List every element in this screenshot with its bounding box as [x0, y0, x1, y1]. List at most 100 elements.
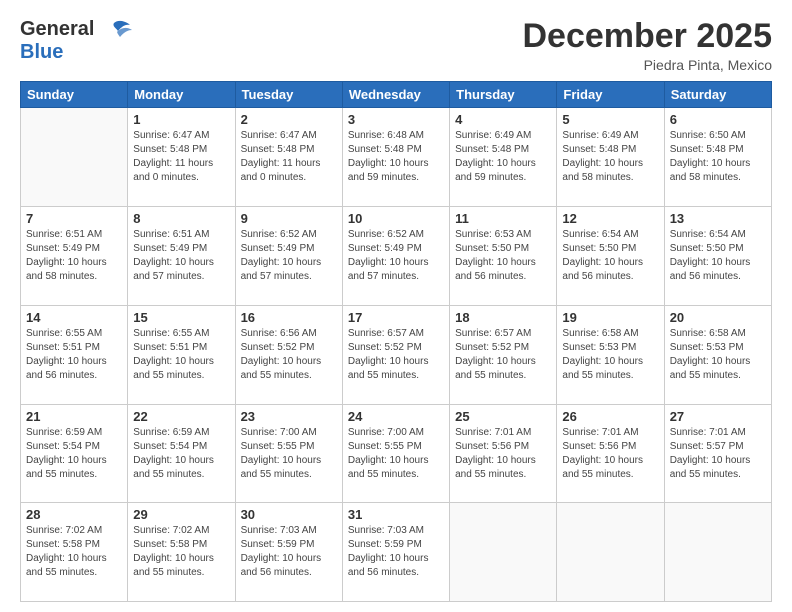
sunrise-text: Sunrise: 6:47 AM	[241, 129, 337, 143]
day-number: 2	[241, 112, 337, 127]
day-number: 27	[670, 409, 766, 424]
sunset-text: Sunset: 5:52 PM	[455, 341, 551, 355]
sunset-text: Sunset: 5:50 PM	[562, 242, 658, 256]
day-number: 31	[348, 507, 444, 522]
calendar-cell: 12Sunrise: 6:54 AMSunset: 5:50 PMDayligh…	[557, 207, 664, 306]
calendar-cell: 26Sunrise: 7:01 AMSunset: 5:56 PMDayligh…	[557, 404, 664, 503]
sunrise-text: Sunrise: 7:02 AM	[26, 524, 122, 538]
daylight-text: Daylight: 10 hours	[455, 157, 551, 171]
daylight-text: Daylight: 10 hours	[348, 256, 444, 270]
day-info: Sunrise: 6:59 AMSunset: 5:54 PMDaylight:…	[26, 426, 122, 482]
day-number: 25	[455, 409, 551, 424]
daylight-text-2: and 55 minutes.	[562, 369, 658, 383]
day-info: Sunrise: 7:01 AMSunset: 5:56 PMDaylight:…	[455, 426, 551, 482]
daylight-text-2: and 55 minutes.	[241, 369, 337, 383]
daylight-text: Daylight: 10 hours	[26, 355, 122, 369]
daylight-text: Daylight: 10 hours	[348, 157, 444, 171]
column-header-thursday: Thursday	[450, 82, 557, 108]
calendar-cell: 29Sunrise: 7:02 AMSunset: 5:58 PMDayligh…	[128, 503, 235, 602]
daylight-text-2: and 55 minutes.	[348, 369, 444, 383]
daylight-text-2: and 57 minutes.	[133, 270, 229, 284]
sunrise-text: Sunrise: 7:02 AM	[133, 524, 229, 538]
daylight-text: Daylight: 10 hours	[562, 454, 658, 468]
daylight-text-2: and 58 minutes.	[562, 171, 658, 185]
sunrise-text: Sunrise: 7:01 AM	[670, 426, 766, 440]
calendar-cell: 9Sunrise: 6:52 AMSunset: 5:49 PMDaylight…	[235, 207, 342, 306]
sunrise-text: Sunrise: 7:01 AM	[562, 426, 658, 440]
column-header-sunday: Sunday	[21, 82, 128, 108]
sunset-text: Sunset: 5:48 PM	[348, 143, 444, 157]
day-info: Sunrise: 6:47 AMSunset: 5:48 PMDaylight:…	[241, 129, 337, 185]
calendar-cell: 10 Sunrise: 6:52 AMSunset: 5:49 PMDayligh…	[342, 207, 449, 306]
day-number: 5	[562, 112, 658, 127]
sunrise-text: Sunrise: 6:57 AM	[455, 327, 551, 341]
daylight-text-2: and 59 minutes.	[455, 171, 551, 185]
day-info: Sunrise: 6:52 AMSunset: 5:49 PMDaylight:…	[348, 228, 444, 284]
daylight-text-2: and 57 minutes.	[241, 270, 337, 284]
sunset-text: Sunset: 5:48 PM	[241, 143, 337, 157]
day-number: 28	[26, 507, 122, 522]
logo-general: General	[20, 18, 94, 41]
daylight-text: Daylight: 10 hours	[241, 454, 337, 468]
daylight-text: Daylight: 10 hours	[348, 454, 444, 468]
day-number: 16	[241, 310, 337, 325]
sunset-text: Sunset: 5:48 PM	[562, 143, 658, 157]
sunset-text: Sunset: 5:56 PM	[562, 440, 658, 454]
sunset-text: Sunset: 5:48 PM	[670, 143, 766, 157]
calendar-cell	[21, 108, 128, 207]
calendar-cell: 14Sunrise: 6:55 AMSunset: 5:51 PMDayligh…	[21, 305, 128, 404]
day-number: 13	[670, 211, 766, 226]
sunrise-text: Sunrise: 7:00 AM	[241, 426, 337, 440]
logo-line: General	[20, 18, 132, 41]
sunset-text: Sunset: 5:56 PM	[455, 440, 551, 454]
day-info: Sunrise: 6:49 AMSunset: 5:48 PMDaylight:…	[455, 129, 551, 185]
calendar-cell: 11Sunrise: 6:53 AMSunset: 5:50 PMDayligh…	[450, 207, 557, 306]
day-number: 7	[26, 211, 122, 226]
calendar-cell: 15Sunrise: 6:55 AMSunset: 5:51 PMDayligh…	[128, 305, 235, 404]
day-info: Sunrise: 6:50 AMSunset: 5:48 PMDaylight:…	[670, 129, 766, 185]
calendar-week-4: 21Sunrise: 6:59 AMSunset: 5:54 PMDayligh…	[21, 404, 772, 503]
sunrise-text: Sunrise: 6:51 AM	[133, 228, 229, 242]
daylight-text: Daylight: 10 hours	[670, 454, 766, 468]
daylight-text-2: and 59 minutes.	[348, 171, 444, 185]
daylight-text-2: and 58 minutes.	[670, 171, 766, 185]
daylight-text: Daylight: 10 hours	[562, 256, 658, 270]
day-number: 14	[26, 310, 122, 325]
daylight-text: Daylight: 10 hours	[455, 256, 551, 270]
sunset-text: Sunset: 5:48 PM	[455, 143, 551, 157]
day-number: 11	[455, 211, 551, 226]
sunset-text: Sunset: 5:57 PM	[670, 440, 766, 454]
day-info: Sunrise: 6:57 AMSunset: 5:52 PMDaylight:…	[455, 327, 551, 383]
daylight-text-2: and 55 minutes.	[133, 468, 229, 482]
daylight-text: Daylight: 10 hours	[26, 454, 122, 468]
sunset-text: Sunset: 5:50 PM	[455, 242, 551, 256]
day-info: Sunrise: 6:58 AMSunset: 5:53 PMDaylight:…	[562, 327, 658, 383]
sunrise-text: Sunrise: 6:55 AM	[133, 327, 229, 341]
sunrise-text: Sunrise: 6:58 AM	[562, 327, 658, 341]
daylight-text: Daylight: 10 hours	[455, 355, 551, 369]
title-block: December 2025 Piedra Pinta, Mexico	[522, 18, 772, 73]
sunset-text: Sunset: 5:58 PM	[133, 538, 229, 552]
day-info: Sunrise: 6:52 AMSunset: 5:49 PMDaylight:…	[241, 228, 337, 284]
calendar-cell: 23Sunrise: 7:00 AMSunset: 5:55 PMDayligh…	[235, 404, 342, 503]
calendar-cell: 3Sunrise: 6:48 AMSunset: 5:48 PMDaylight…	[342, 108, 449, 207]
sunrise-text: Sunrise: 7:03 AM	[348, 524, 444, 538]
sunrise-text: Sunrise: 6:51 AM	[26, 228, 122, 242]
day-number: 12	[562, 211, 658, 226]
sunrise-text: Sunrise: 6:49 AM	[562, 129, 658, 143]
calendar-cell: 2 Sunrise: 6:47 AMSunset: 5:48 PMDaylight…	[235, 108, 342, 207]
day-number: 30	[241, 507, 337, 522]
day-number: 10	[348, 211, 444, 226]
daylight-text-2: and 56 minutes.	[26, 369, 122, 383]
daylight-text: Daylight: 10 hours	[133, 552, 229, 566]
daylight-text-2: and 55 minutes.	[26, 468, 122, 482]
daylight-text: Daylight: 10 hours	[133, 454, 229, 468]
sunrise-text: Sunrise: 6:49 AM	[455, 129, 551, 143]
sunset-text: Sunset: 5:51 PM	[26, 341, 122, 355]
calendar-cell: 1Sunrise: 6:47 AMSunset: 5:48 PMDaylight…	[128, 108, 235, 207]
daylight-text: Daylight: 10 hours	[241, 355, 337, 369]
daylight-text-2: and 55 minutes.	[455, 369, 551, 383]
daylight-text-2: and 56 minutes.	[670, 270, 766, 284]
calendar-cell: 4Sunrise: 6:49 AMSunset: 5:48 PMDaylight…	[450, 108, 557, 207]
day-info: Sunrise: 7:01 AMSunset: 5:57 PMDaylight:…	[670, 426, 766, 482]
